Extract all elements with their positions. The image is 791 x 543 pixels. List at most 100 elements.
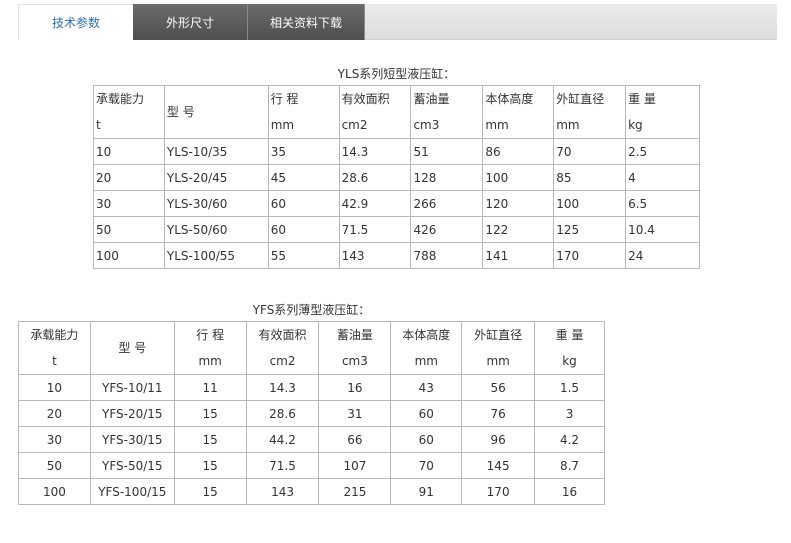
header-name: 承载能力 — [96, 92, 145, 106]
header-cell: 行 程 mm — [267, 85, 340, 139]
table-cell: 2.5 — [625, 138, 700, 165]
table-cell: 55 — [267, 242, 340, 269]
header-unit: t — [96, 118, 101, 132]
table-cell: 788 — [410, 242, 484, 269]
table-cell: 16 — [318, 374, 392, 401]
table-cell: YLS-10/35 — [163, 138, 269, 165]
table-cell: 15 — [173, 426, 247, 453]
table-cell: 20 — [93, 164, 165, 191]
header-cell: 本体高度 mm — [482, 85, 555, 139]
header-unit: mm — [198, 354, 222, 368]
table-cell: 145 — [461, 452, 536, 479]
tab-downloads[interactable]: 相关资料下载 — [248, 4, 365, 40]
table-cell: 16 — [534, 478, 605, 505]
header-unit: mm — [556, 118, 580, 132]
table-cell: 51 — [410, 138, 484, 165]
table-header-row: 承载能力 t 型 号 行 程 mm 有效面积 cm2 蓄油量 cm3 本体高度 mm 外缸直径 mm 重 … — [18, 321, 605, 375]
header-unit: mm — [485, 118, 509, 132]
header-unit: cm2 — [341, 118, 368, 132]
table-cell: 120 — [482, 190, 555, 217]
header-name: 有效面积 — [341, 92, 390, 106]
table-cell: 141 — [482, 242, 555, 269]
table-cell: 91 — [390, 478, 463, 505]
table-cell: 86 — [482, 138, 555, 165]
table-cell: 71.5 — [338, 216, 412, 243]
table-cell: 66 — [318, 426, 392, 453]
header-name: 外缸直径 — [474, 328, 523, 342]
table-cell: 76 — [461, 400, 536, 427]
table-cell: 60 — [267, 190, 340, 217]
table-cell: 14.3 — [245, 374, 320, 401]
yls-caption: YLS系列短型液压缸： — [337, 67, 456, 81]
header-unit: cm3 — [341, 354, 368, 368]
header-name: 蓄油量 — [413, 92, 450, 106]
table-cell: 60 — [390, 400, 463, 427]
header-name: 蓄油量 — [336, 328, 373, 342]
header-name: 重 量 — [555, 328, 584, 342]
table-cell: 70 — [390, 452, 463, 479]
table-cell: 100 — [482, 164, 555, 191]
header-cell: 有效面积 cm2 — [338, 85, 412, 139]
table-cell: 11 — [173, 374, 247, 401]
header-cell: 外缸直径 mm — [553, 85, 627, 139]
table-cell: YLS-100/55 — [163, 242, 269, 269]
table-cell: 100 — [93, 242, 165, 269]
table-cell: YLS-50/60 — [163, 216, 269, 243]
table-row: 20 YLS-20/45 45 28.6 128 100 85 4 — [93, 164, 700, 191]
header-unit: cm2 — [269, 354, 296, 368]
tab-dimensions[interactable]: 外形尺寸 — [133, 4, 248, 40]
header-cell: 型 号 — [163, 85, 269, 139]
table-cell: 28.6 — [245, 400, 320, 427]
table-cell: 426 — [410, 216, 484, 243]
table-cell: 8.7 — [534, 452, 605, 479]
header-cell: 蓄油量 cm3 — [410, 85, 484, 139]
table-cell: 128 — [410, 164, 484, 191]
table-cell: 215 — [318, 478, 392, 505]
table-cell: YFS-10/11 — [89, 374, 175, 401]
yfs-spec-table: 承载能力 t 型 号 行 程 mm 有效面积 cm2 蓄油量 cm3 本体高度 mm 外缸直径 mm 重 … — [18, 321, 605, 505]
tab-bar: 技术参数 外形尺寸 相关资料下载 — [18, 4, 777, 40]
table-cell: 122 — [482, 216, 555, 243]
table-row: 50 YFS-50/15 15 71.5 107 70 145 8.7 — [18, 452, 605, 479]
table-cell: 45 — [267, 164, 340, 191]
table-cell: 143 — [245, 478, 320, 505]
tab-tech-params[interactable]: 技术参数 — [18, 4, 133, 40]
table-cell: 107 — [318, 452, 392, 479]
header-cell: 重 量 kg — [534, 321, 605, 375]
table-cell: 50 — [93, 216, 165, 243]
header-unit: mm — [414, 354, 438, 368]
table-cell: 96 — [461, 426, 536, 453]
table-cell: 28.6 — [338, 164, 412, 191]
table-row: 30 YFS-30/15 15 44.2 66 60 96 4.2 — [18, 426, 605, 453]
table-cell: 60 — [267, 216, 340, 243]
header-name: 行 程 — [270, 92, 299, 106]
table-cell: 6.5 — [625, 190, 700, 217]
table-cell: 30 — [93, 190, 165, 217]
header-cell: 蓄油量 cm3 — [318, 321, 392, 375]
header-cell: 承载能力 t — [93, 85, 165, 139]
table-cell: 15 — [173, 400, 247, 427]
table-cell: 42.9 — [338, 190, 412, 217]
table-cell: 35 — [267, 138, 340, 165]
table-cell: 31 — [318, 400, 392, 427]
header-cell: 行 程 mm — [173, 321, 247, 375]
header-name: 本体高度 — [485, 92, 534, 106]
table-cell: 44.2 — [245, 426, 320, 453]
header-unit: mm — [270, 118, 295, 132]
header-unit: t — [52, 354, 57, 368]
table-cell: 56 — [461, 374, 536, 401]
table-cell: 71.5 — [245, 452, 320, 479]
table-row: 20 YFS-20/15 15 28.6 31 60 76 3 — [18, 400, 605, 427]
header-cell: 外缸直径 mm — [461, 321, 536, 375]
header-cell: 有效面积 cm2 — [245, 321, 320, 375]
header-cell: 承载能力 t — [18, 321, 91, 375]
table-cell: 100 — [18, 478, 91, 505]
table-row: 10 YLS-10/35 35 14.3 51 86 70 2.5 — [93, 138, 700, 165]
table-cell: 4 — [625, 164, 700, 191]
header-cell: 型 号 — [89, 321, 175, 375]
header-unit: kg — [562, 354, 577, 368]
table-cell: 4.2 — [534, 426, 605, 453]
header-name: 承载能力 — [30, 328, 79, 342]
table-cell: YFS-30/15 — [89, 426, 175, 453]
table-cell: 10 — [18, 374, 91, 401]
